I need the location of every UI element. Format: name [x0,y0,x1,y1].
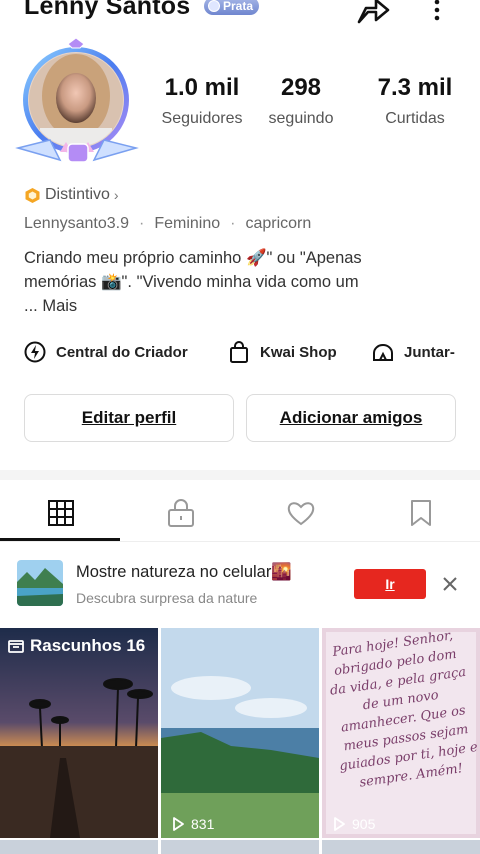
separator-dot: · [230,215,236,232]
view-count: 905 [332,816,375,832]
following-stat[interactable]: 298 seguindo [260,74,342,128]
badge-icon [208,0,220,12]
likes-label: Curtidas [385,110,445,127]
avatar-frame-icon [15,37,139,163]
profile-stats: 1.0 mil Seguidores 298 seguindo 7.3 mil … [150,74,480,128]
creator-center-link[interactable]: Central do Criador [24,340,188,364]
view-count: 831 [171,816,214,832]
more-options-icon[interactable] [428,0,446,22]
video-grid: Rascunhos 16 831 Para hoje! Senhor, obri… [0,628,480,854]
drafts-icon [8,640,24,653]
grid-icon[interactable] [46,498,76,528]
bookmark-icon[interactable] [406,498,436,528]
bio-line: Criando meu próprio caminho 🚀" ou "Apena… [24,249,362,267]
video-tile-partial[interactable] [0,840,158,854]
bio-ellipsis: ... [24,297,43,315]
likes-stat[interactable]: 7.3 mil Curtidas [360,74,470,128]
edit-profile-button[interactable]: Editar perfil [24,394,234,442]
followers-stat[interactable]: 1.0 mil Seguidores [150,74,254,128]
likes-count: 7.3 mil [377,74,453,101]
avatar[interactable] [10,36,145,171]
creator-center-label: Central do Criador [56,343,188,361]
bag-icon [230,341,248,363]
bio-more-link[interactable]: Mais [42,297,77,315]
followers-count: 1.0 mil [164,74,240,101]
chevron-right-icon: › [113,187,119,203]
view-count-value: 831 [191,816,215,832]
sunset-thumbnail [0,628,158,838]
kwai-shop-label: Kwai Shop [260,343,337,361]
view-count-value: 905 [352,816,376,832]
video-tile[interactable]: Para hoje! Senhor, obrigado pelo dom da … [322,628,480,838]
lock-icon[interactable] [166,498,196,528]
join-label: Juntar- [404,343,455,361]
play-icon [173,817,184,831]
profile-meta: Lennysanto3.9 · Feminino · capricorn [24,215,311,233]
share-icon[interactable] [356,0,390,24]
bolt-icon [24,341,46,363]
coast-thumbnail [161,628,319,838]
content-tabs [0,480,480,542]
add-friends-button[interactable]: Adicionar amigos [246,394,456,442]
play-icon [334,817,345,831]
level-badge[interactable]: Prata [204,0,260,15]
following-label: seguindo [268,110,334,127]
followers-label: Seguidores [161,110,243,127]
tent-icon [373,344,393,361]
banner-thumbnail [17,560,63,606]
profile-header: Lenny Santos Prata [0,0,480,26]
heart-icon[interactable] [286,498,316,528]
hexagon-badge-icon [25,187,40,203]
bio-more-row: ... Mais [24,294,444,318]
kwai-shop-link[interactable]: Kwai Shop [228,340,337,364]
grid-next-row [0,840,480,854]
following-count: 298 [280,74,322,101]
bio-line: memórias 📸". "Vivendo minha vida como um [24,273,359,291]
drafts-label: Rascunhos 16 [8,636,145,656]
video-tile[interactable]: 831 [161,628,319,838]
banner-go-button[interactable]: Ir [354,569,426,599]
separator-dot: · [138,215,145,232]
section-divider [0,470,480,480]
join-link[interactable]: Juntar- [372,340,455,364]
close-icon[interactable] [440,574,460,594]
video-tile-partial[interactable] [161,840,319,854]
badge-label: Prata [223,0,254,13]
banner-subtitle: Descubra surpresa da nature [76,590,258,606]
username: Lennysanto3.9 [24,215,129,232]
distintivo-link[interactable]: Distintivo › [24,186,119,204]
distintivo-label: Distintivo [45,186,110,203]
banner-title: Mostre natureza no celular🌇 [76,563,292,581]
zodiac-sign: capricorn [245,215,312,232]
handwritten-note-text: Para hoje! Senhor, obrigado pelo dom da … [329,628,479,791]
promo-banner[interactable]: Mostre natureza no celular🌇 Descubra sur… [0,550,480,622]
profile-name: Lenny Santos [24,0,191,20]
video-tile-partial[interactable] [322,840,480,854]
quick-links: Central do Criador Kwai Shop Juntar- [0,340,480,368]
drafts-count-label: Rascunhos 16 [30,636,146,655]
active-tab-indicator [0,538,120,541]
gender: Feminino [154,215,221,232]
drafts-tile[interactable]: Rascunhos 16 [0,628,158,838]
bio: Criando meu próprio caminho 🚀" ou "Apena… [24,246,444,318]
